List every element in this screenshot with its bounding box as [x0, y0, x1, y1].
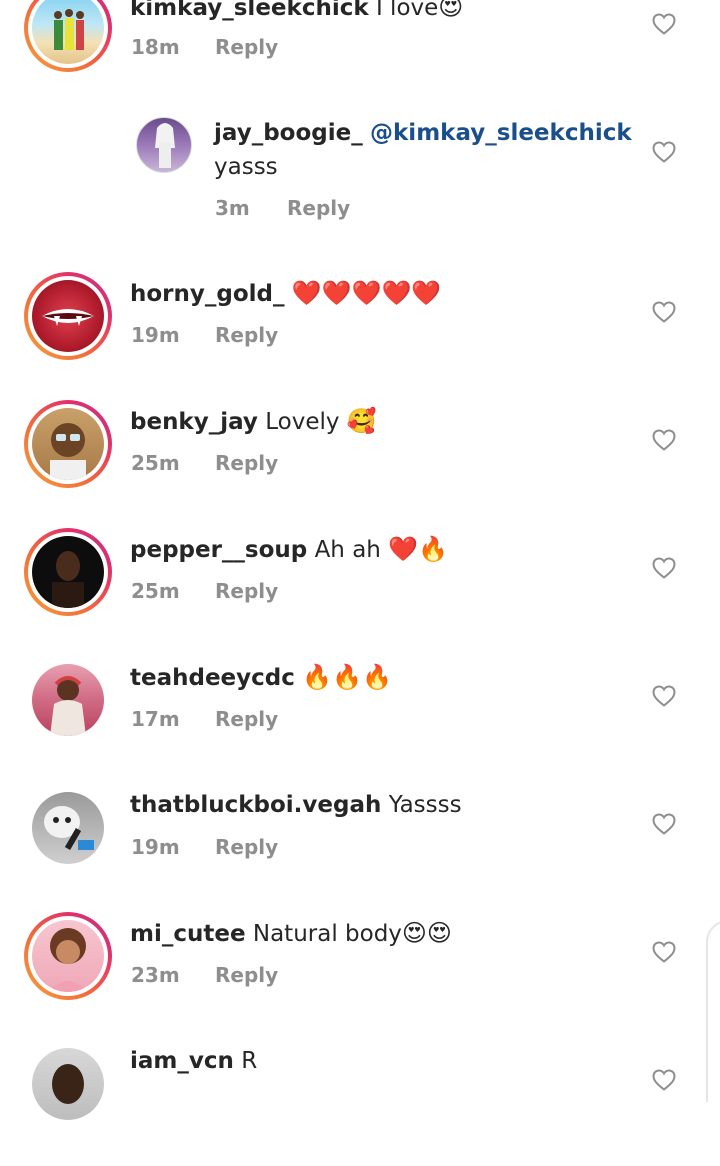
like-heart-icon[interactable] [652, 813, 676, 835]
timestamp: 17m [131, 707, 180, 731]
reply-button[interactable]: Reply [215, 963, 278, 987]
reply-button[interactable]: Reply [215, 35, 278, 59]
comment-meta: 19m Reply [131, 835, 278, 859]
username[interactable]: mi_cutee [130, 921, 246, 947]
timestamp: 25m [131, 451, 180, 475]
avatar-story-ring[interactable] [24, 528, 112, 616]
avatar-story-ring[interactable] [24, 400, 112, 488]
like-heart-icon[interactable] [652, 429, 676, 451]
username[interactable]: iam_vcn [130, 1048, 234, 1074]
avatar [32, 920, 104, 992]
comment-body: Ah ah [314, 537, 381, 563]
like-heart-icon[interactable] [652, 557, 676, 579]
username[interactable]: teahdeeycdc [130, 665, 295, 691]
avatar [32, 280, 104, 352]
timestamp: 23m [131, 963, 180, 987]
reply-button[interactable]: Reply [287, 196, 350, 220]
like-heart-icon[interactable] [652, 301, 676, 323]
username[interactable]: pepper__soup [130, 537, 307, 563]
like-heart-icon[interactable] [652, 1069, 676, 1091]
reply-item: jay_boogie_ @kimkay_sleekchick yasss 3m R… [0, 110, 720, 238]
comment-text: iam_vcn R [130, 1046, 257, 1076]
comment-item: thatbluckboi.vegah Yassss 19m Reply [0, 782, 720, 910]
comment-text: pepper__soup Ah ah ❤️🔥 [130, 534, 448, 565]
comment-text: mi_cutee Natural body😍😍 [130, 918, 452, 949]
emoji: 😍😍 [401, 919, 452, 947]
comment-body: Lovely [265, 409, 340, 435]
timestamp: 19m [131, 323, 180, 347]
like-heart-icon[interactable] [652, 941, 676, 963]
like-heart-icon[interactable] [652, 13, 676, 35]
reply-button[interactable]: Reply [215, 707, 278, 731]
avatar[interactable] [136, 117, 192, 173]
comment-body: yasss [214, 152, 278, 182]
emoji: 😍 [438, 0, 464, 21]
avatar-story-ring[interactable] [24, 272, 112, 360]
emoji: 🥰 [346, 407, 377, 435]
timestamp: 25m [131, 579, 180, 603]
comment-item: teahdeeycdc 🔥🔥🔥 17m Reply [0, 654, 720, 782]
comment-item: pepper__soup Ah ah ❤️🔥 25m Reply [0, 526, 720, 654]
comment-text: horny_gold_ ❤️❤️❤️❤️❤️ [130, 278, 441, 309]
comment-body-text: yasss [214, 154, 278, 180]
comment-text: benky_jay Lovely 🥰 [130, 406, 377, 437]
comment-meta: 25m Reply [131, 451, 278, 475]
timestamp: 3m [215, 196, 250, 220]
timestamp: 18m [131, 35, 180, 59]
like-heart-icon[interactable] [652, 685, 676, 707]
avatar-story-ring[interactable] [24, 0, 112, 72]
comment-body: I love [375, 0, 439, 21]
reply-button[interactable]: Reply [215, 451, 278, 475]
reply-button[interactable]: Reply [215, 835, 278, 859]
comment-text: teahdeeycdc 🔥🔥🔥 [130, 662, 392, 693]
emoji: 🔥🔥🔥 [302, 663, 392, 691]
comment-meta: 25m Reply [131, 579, 278, 603]
comment-item: benky_jay Lovely 🥰 25m Reply [0, 398, 720, 526]
comment-text: jay_boogie_ @kimkay_sleekchick [214, 118, 632, 148]
like-heart-icon[interactable] [652, 141, 676, 163]
avatar[interactable] [32, 792, 104, 864]
reply-button[interactable]: Reply [215, 323, 278, 347]
emoji: ❤️❤️❤️❤️❤️ [291, 279, 442, 307]
comment-item: mi_cutee Natural body😍😍 23m Reply [0, 910, 720, 1038]
comment-meta: 23m Reply [131, 963, 278, 987]
mention-link[interactable]: @kimkay_sleekchick [370, 120, 632, 146]
comment-body: Yassss [388, 792, 462, 818]
avatar[interactable] [32, 664, 104, 736]
comment-meta: 17m Reply [131, 707, 278, 731]
username[interactable]: horny_gold_ [130, 281, 285, 307]
username[interactable]: benky_jay [130, 409, 258, 435]
timestamp: 19m [131, 835, 180, 859]
comment-meta: 3m Reply [215, 196, 350, 220]
comment-text: thatbluckboi.vegah Yassss [130, 790, 462, 820]
avatar [32, 408, 104, 480]
comment-item: kimkay_sleekchick I love😍 18m Reply [0, 0, 720, 108]
reply-button[interactable]: Reply [215, 579, 278, 603]
comment-text: kimkay_sleekchick I love😍 [130, 0, 463, 23]
comment-item: horny_gold_ ❤️❤️❤️❤️❤️ 19m Reply [0, 270, 720, 398]
username[interactable]: kimkay_sleekchick [130, 0, 369, 21]
avatar[interactable] [32, 1048, 104, 1120]
avatar-story-ring[interactable] [24, 912, 112, 1000]
overlay-panel-edge [706, 920, 720, 1102]
avatar [32, 536, 104, 608]
comment-body: Natural body [252, 921, 402, 947]
comment-meta: 18m Reply [131, 35, 278, 59]
username[interactable]: jay_boogie_ [214, 120, 363, 146]
username[interactable]: thatbluckboi.vegah [130, 792, 381, 818]
comment-body: R [241, 1048, 258, 1074]
comment-item: iam_vcn R [0, 1038, 720, 1166]
comment-meta: 19m Reply [131, 323, 278, 347]
emoji: ❤️🔥 [388, 535, 448, 563]
